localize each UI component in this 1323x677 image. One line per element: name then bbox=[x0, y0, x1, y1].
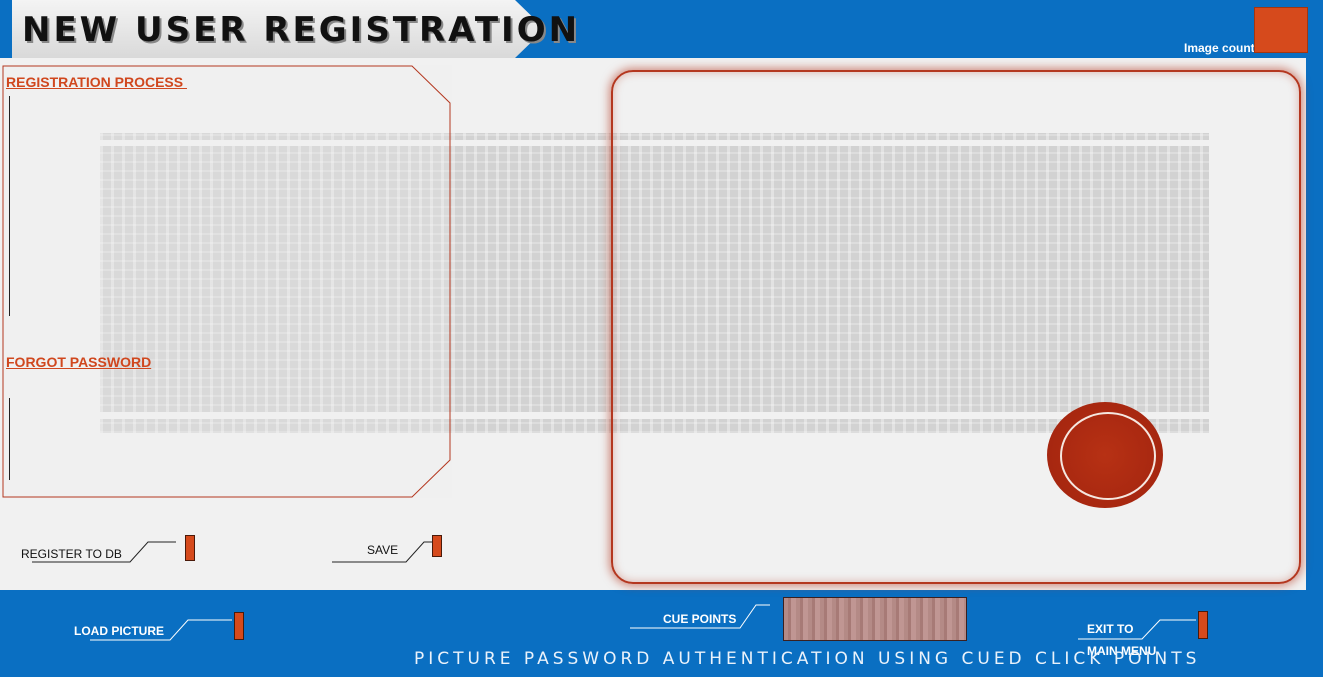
save-button[interactable] bbox=[432, 535, 442, 557]
load-picture-button[interactable] bbox=[234, 612, 244, 640]
save-label[interactable]: SAVE bbox=[367, 543, 398, 557]
cue-points-label: CUE POINTS bbox=[663, 612, 737, 626]
exit-label-line1[interactable]: EXIT TO bbox=[1087, 622, 1133, 636]
register-to-db-button[interactable] bbox=[185, 535, 195, 561]
button-leader-lines bbox=[32, 541, 1196, 641]
cue-points-display bbox=[783, 597, 967, 641]
register-to-db-label[interactable]: REGISTER TO DB bbox=[21, 547, 122, 561]
footer-tagline: PICTURE PASSWORD AUTHENTICATION USING CU… bbox=[414, 649, 1201, 669]
exit-button[interactable] bbox=[1198, 611, 1208, 639]
load-picture-label[interactable]: LOAD PICTURE bbox=[74, 624, 164, 638]
